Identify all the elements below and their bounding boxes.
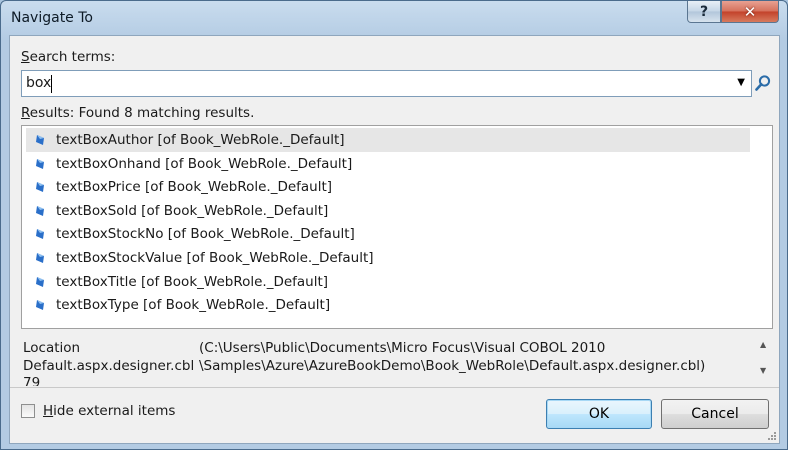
dialog-body: Search terms: box ▼ Results: Found 8 mat… bbox=[9, 35, 780, 444]
chevron-down-icon[interactable]: ▼ bbox=[737, 77, 745, 88]
result-item[interactable]: textBoxStockNo [of Book_WebRole._Default… bbox=[26, 222, 750, 246]
field-member-icon bbox=[36, 205, 44, 216]
hide-external-items-checkbox[interactable] bbox=[21, 404, 35, 418]
text-caret bbox=[51, 75, 52, 93]
divider bbox=[10, 387, 779, 388]
field-member-icon bbox=[36, 253, 44, 263]
result-item-label: textBoxAuthor [of Book_WebRole._Default] bbox=[56, 132, 345, 148]
resize-grip-icon[interactable] bbox=[767, 431, 777, 441]
field-member-icon bbox=[36, 300, 44, 311]
result-item[interactable]: textBoxAuthor [of Book_WebRole._Default] bbox=[26, 128, 750, 152]
results-label: Results: Found 8 matching results. bbox=[21, 105, 255, 121]
help-button[interactable]: ? bbox=[687, 1, 721, 23]
search-input-value: box bbox=[26, 75, 52, 91]
file-name: Default.aspx.designer.cbl bbox=[23, 357, 195, 374]
details-path: (C:\Users\Public\Documents\Micro Focus\V… bbox=[199, 340, 705, 375]
field-member-icon bbox=[36, 182, 44, 193]
navigate-to-dialog: Navigate To ? ✕ Search terms: box ▼ Resu… bbox=[0, 0, 788, 450]
field-member-icon bbox=[36, 158, 44, 169]
close-button[interactable]: ✕ bbox=[721, 1, 779, 23]
details-scrollbar[interactable]: ▲ ▼ bbox=[757, 336, 773, 384]
close-icon: ✕ bbox=[743, 2, 757, 21]
details-labels: Location Default.aspx.designer.cbl 79 bbox=[23, 340, 194, 386]
result-item-label: textBoxOnhand [of Book_WebRole._Default] bbox=[56, 155, 353, 172]
help-icon: ? bbox=[699, 3, 709, 20]
field-member-icon bbox=[36, 276, 44, 287]
ok-button[interactable]: OK bbox=[546, 399, 652, 429]
result-item[interactable]: textBoxSold [of Book_WebRole._Default] bbox=[26, 199, 750, 223]
result-item[interactable]: textBoxStockValue [of Book_WebRole._Defa… bbox=[26, 246, 750, 270]
result-item-label: textBoxStockValue [of Book_WebRole._Defa… bbox=[56, 250, 374, 266]
result-item[interactable]: textBoxType [of Book_WebRole._Default] bbox=[26, 293, 750, 317]
scroll-down-icon[interactable]: ▼ bbox=[760, 366, 766, 375]
result-item[interactable]: textBoxTitle [of Book_WebRole._Default] bbox=[26, 270, 750, 294]
search-terms-label: Search terms: bbox=[21, 49, 116, 65]
title-bar[interactable]: Navigate To ? ✕ bbox=[1, 1, 787, 35]
details-pane: Location Default.aspx.designer.cbl 79 (C… bbox=[21, 334, 773, 386]
result-item-label: textBoxSold [of Book_WebRole._Default] bbox=[56, 202, 329, 219]
path-line-1: (C:\Users\Public\Documents\Micro Focus\V… bbox=[199, 340, 606, 356]
path-line-2: \Samples\Azure\AzureBookDemo\Book_WebRol… bbox=[199, 357, 706, 374]
hide-external-items-label[interactable]: Hide external items bbox=[43, 403, 175, 419]
result-item-label: textBoxTitle [of Book_WebRole._Default] bbox=[56, 273, 329, 290]
result-item-label: textBoxStockNo [of Book_WebRole._Default… bbox=[56, 226, 355, 243]
result-item[interactable]: textBoxOnhand [of Book_WebRole._Default] bbox=[26, 152, 750, 176]
result-item-label: textBoxType [of Book_WebRole._Default] bbox=[56, 297, 331, 314]
search-icon[interactable] bbox=[754, 74, 772, 92]
location-label: Location bbox=[23, 340, 81, 356]
field-member-icon bbox=[36, 135, 44, 145]
result-item-label: textBoxPrice [of Book_WebRole._Default] bbox=[56, 179, 333, 196]
line-number: 79 bbox=[23, 375, 41, 386]
result-item[interactable]: textBoxPrice [of Book_WebRole._Default] bbox=[26, 175, 750, 199]
field-member-icon bbox=[36, 229, 44, 240]
results-list[interactable]: textBoxAuthor [of Book_WebRole._Default]… bbox=[21, 125, 773, 329]
cancel-button[interactable]: Cancel bbox=[661, 399, 769, 429]
search-input[interactable]: box ▼ bbox=[21, 70, 752, 97]
window-title: Navigate To bbox=[11, 10, 93, 26]
scroll-up-icon[interactable]: ▲ bbox=[760, 340, 766, 349]
